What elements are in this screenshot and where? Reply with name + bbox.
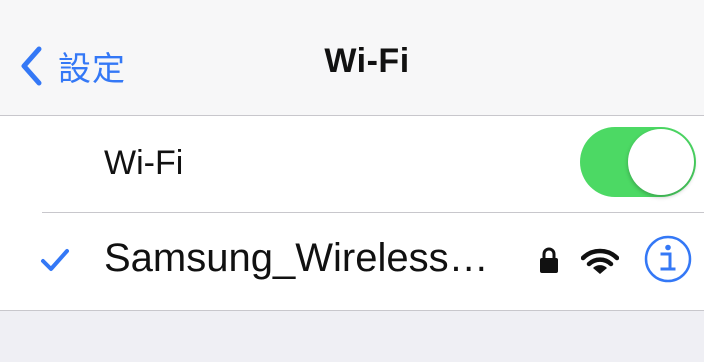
checkmark-icon bbox=[41, 249, 69, 271]
wifi-toggle-label: Wi-Fi bbox=[104, 144, 184, 182]
wifi-settings-list: Wi-Fi Samsung_Wireless… bbox=[0, 116, 704, 311]
wifi-toggle-row: Wi-Fi bbox=[0, 116, 704, 213]
wifi-toggle-switch[interactable] bbox=[580, 127, 696, 197]
navigation-bar: 設定 Wi-Fi bbox=[0, 0, 704, 116]
toggle-knob[interactable] bbox=[628, 129, 694, 195]
wifi-signal-icon bbox=[581, 248, 619, 274]
network-name: Samsung_Wireless… bbox=[104, 236, 489, 280]
info-icon[interactable] bbox=[644, 235, 692, 283]
lock-icon bbox=[540, 247, 558, 273]
page-title: Wi-Fi bbox=[324, 42, 410, 80]
network-row[interactable]: Samsung_Wireless… bbox=[0, 213, 704, 309]
